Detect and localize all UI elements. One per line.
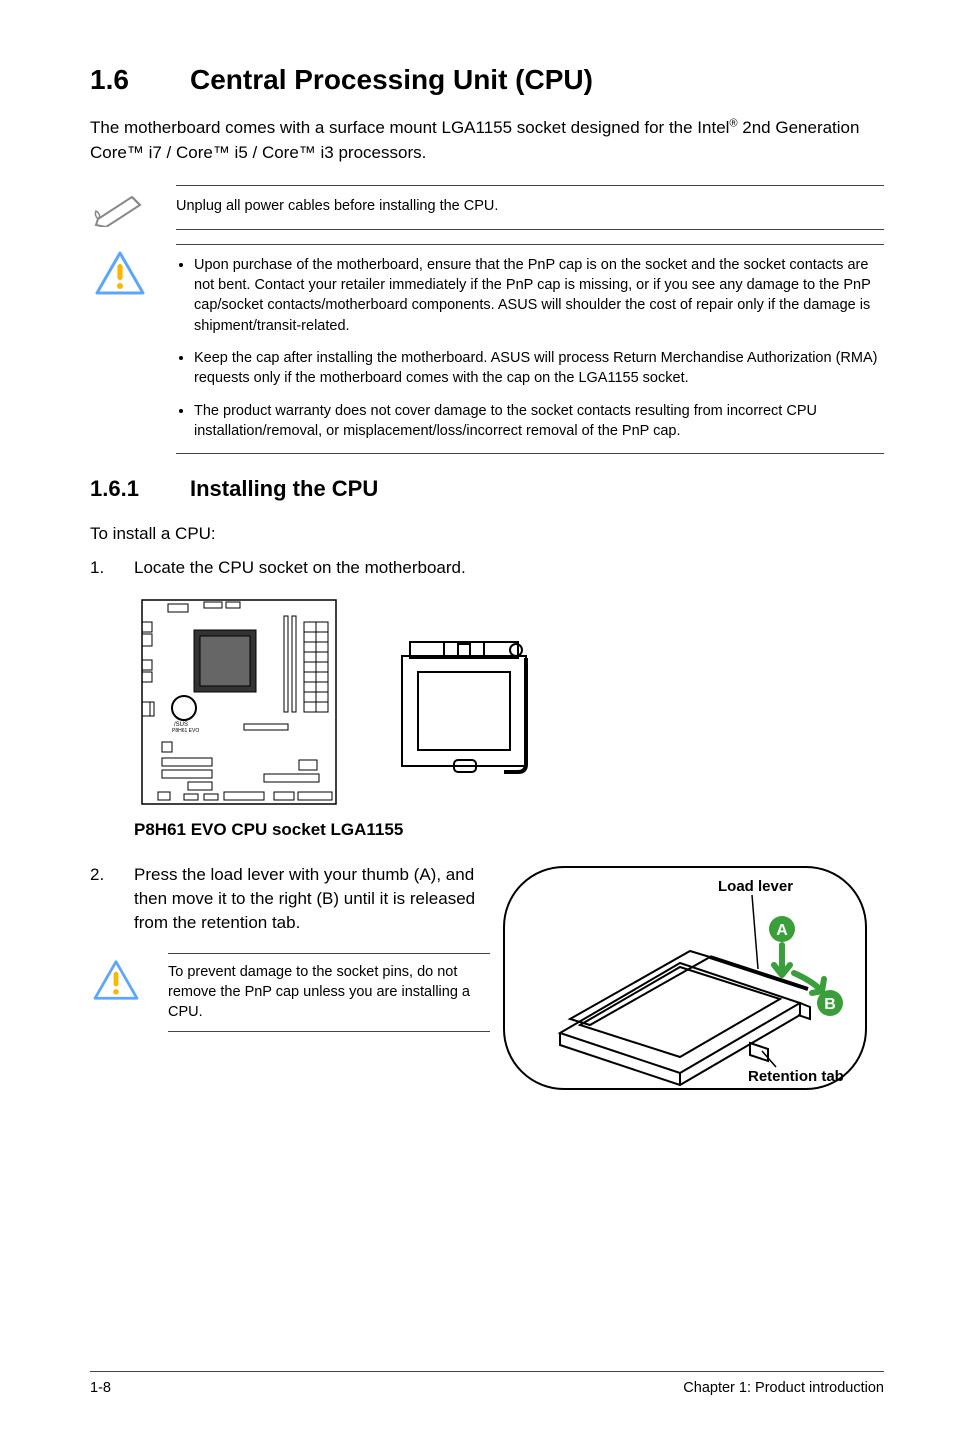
chapter-label: Chapter 1: Product introduction xyxy=(683,1378,884,1398)
list-item: Keep the cap after installing the mother… xyxy=(194,348,884,389)
step2-caution: To prevent damage to the socket pins, do… xyxy=(90,953,490,1032)
caution-list: Upon purchase of the motherboard, ensure… xyxy=(176,255,884,441)
list-item: The product warranty does not cover dama… xyxy=(194,401,884,442)
list-item: 1. Locate the CPU socket on the motherbo… xyxy=(90,556,884,580)
subsection-number: 1.6.1 xyxy=(90,474,190,505)
intro-part1: The motherboard comes with a surface mou… xyxy=(90,118,729,137)
steps-list-2: 2. Press the load lever with your thumb … xyxy=(90,863,490,934)
caution-icon xyxy=(90,953,142,1001)
caution-body: Upon purchase of the motherboard, ensure… xyxy=(176,244,884,454)
motherboard-diagram: /SUS P8H61 EVO xyxy=(134,592,344,812)
list-item: 2. Press the load lever with your thumb … xyxy=(90,863,490,934)
to-install-label: To install a CPU: xyxy=(90,522,884,546)
pen-icon xyxy=(90,185,150,227)
diagram-row: /SUS P8H61 EVO xyxy=(134,592,884,812)
step2-row: 2. Press the load lever with your thumb … xyxy=(90,863,884,1100)
step2-text: Press the load lever with your thumb (A)… xyxy=(134,863,490,934)
subsection-heading: 1.6.1Installing the CPU xyxy=(90,474,884,505)
step-number: 2. xyxy=(90,863,134,934)
list-item: Upon purchase of the motherboard, ensure… xyxy=(194,255,884,336)
registered-mark: ® xyxy=(729,118,737,130)
note-caution: Upon purchase of the motherboard, ensure… xyxy=(90,244,884,454)
steps-list: 1. Locate the CPU socket on the motherbo… xyxy=(90,556,884,580)
step2-caution-text: To prevent damage to the socket pins, do… xyxy=(168,953,490,1032)
marker-b: B xyxy=(824,996,836,1013)
section-heading: 1.6Central Processing Unit (CPU) xyxy=(90,60,884,99)
intro-paragraph: The motherboard comes with a surface mou… xyxy=(90,116,884,165)
page-footer: 1-8 Chapter 1: Product introduction xyxy=(90,1371,884,1398)
diagram-caption: P8H61 EVO CPU socket LGA1155 xyxy=(134,818,884,842)
page-number: 1-8 xyxy=(90,1378,111,1398)
lever-diagram: Load lever A B Retention tab xyxy=(500,863,884,1100)
socket-closeup-diagram xyxy=(384,622,544,782)
step-number: 1. xyxy=(90,556,134,580)
section-title: Central Processing Unit (CPU) xyxy=(190,64,593,95)
section-number: 1.6 xyxy=(90,60,190,99)
note-unplug: Unplug all power cables before installin… xyxy=(90,185,884,229)
mobo-model-label: P8H61 EVO xyxy=(172,728,199,734)
caution-icon xyxy=(90,244,150,296)
step1-text: Locate the CPU socket on the motherboard… xyxy=(134,556,884,580)
marker-a: A xyxy=(776,922,788,939)
load-lever-label: Load lever xyxy=(718,878,793,895)
note-unplug-text: Unplug all power cables before installin… xyxy=(176,185,884,229)
subsection-title: Installing the CPU xyxy=(190,476,378,501)
retention-tab-label: Retention tab xyxy=(748,1068,844,1085)
